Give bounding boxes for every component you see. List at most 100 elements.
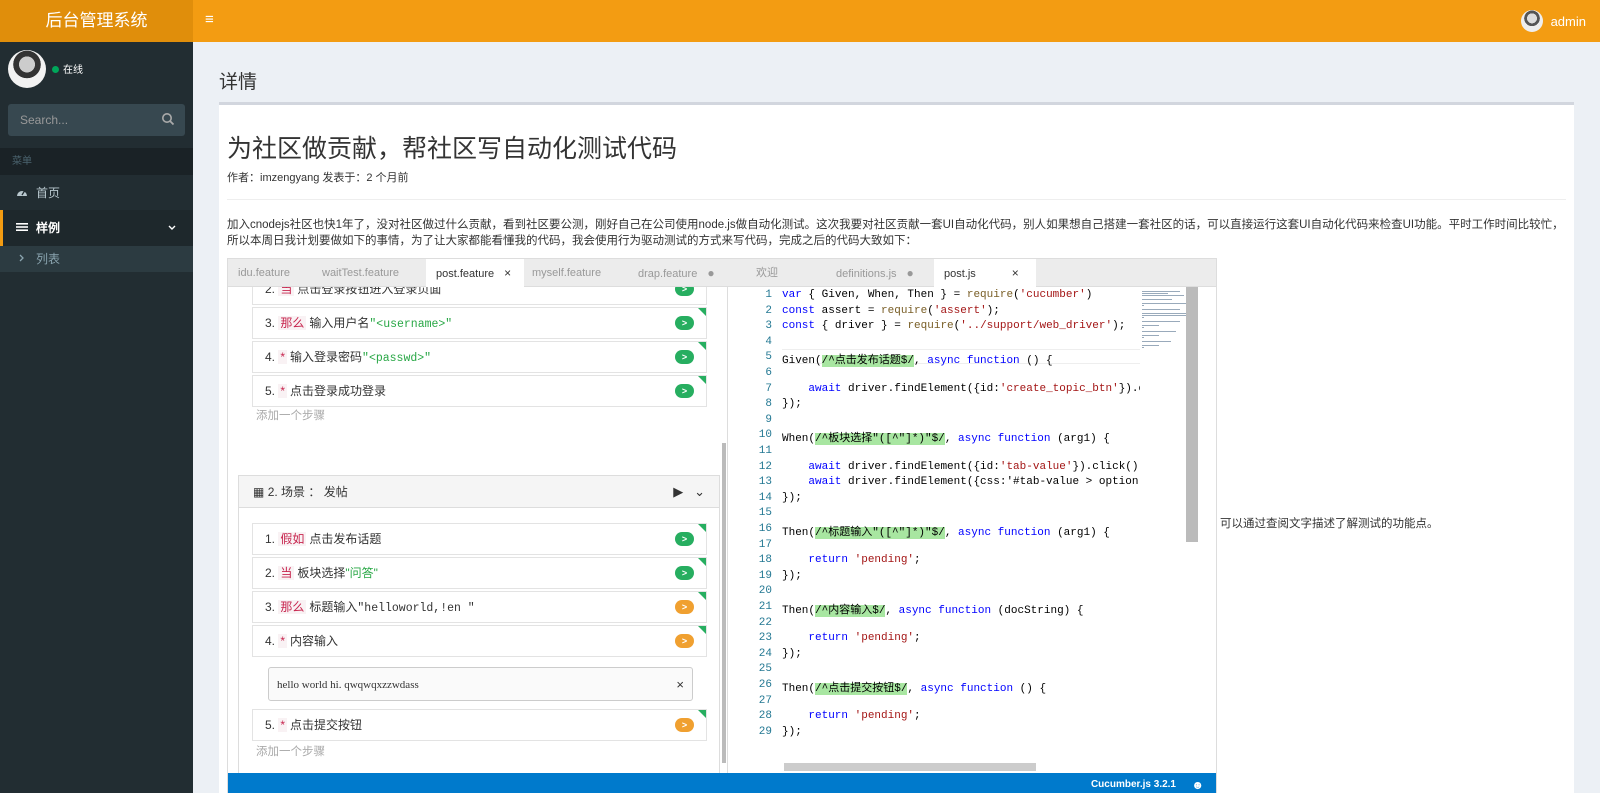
step-row[interactable]: 2. 当板块选择"问答" > — [252, 557, 707, 589]
line-number: 14 — [758, 491, 772, 504]
code-line: Then(/^标题输入"([^"]*)"$/, async function (… — [782, 527, 1110, 539]
code-line: }); — [782, 569, 802, 582]
run-step-button[interactable]: > — [675, 350, 694, 364]
user-menu[interactable]: admin — [1520, 10, 1586, 32]
chevron-down-icon — [168, 225, 176, 230]
line-number: 28 — [758, 710, 772, 723]
tab-post-feature[interactable]: post.feature × — [426, 259, 524, 287]
tab-idu-feature[interactable]: idu.feature — [228, 259, 300, 287]
step-row[interactable]: 1. 假如 点击发布话题 > — [252, 523, 707, 555]
sidebar-item-sample[interactable]: 样例 — [0, 210, 193, 246]
avatar — [1520, 10, 1543, 32]
horizontal-scrollbar[interactable] — [784, 763, 1036, 771]
search-input[interactable] — [8, 104, 148, 136]
run-step-button[interactable]: > — [675, 718, 694, 732]
run-step-button[interactable]: > — [675, 316, 694, 330]
code-line: }); — [782, 647, 802, 660]
sidebar-item-home[interactable]: 首页 — [0, 175, 193, 211]
code-line: Given(/^点击发布话题$/, async function () { — [782, 355, 1053, 368]
app-logo[interactable]: 后台管理系统 — [0, 0, 193, 42]
scenario-header: ▦ 2. 场景 ： 发帖 ▶ ⌄ — [239, 476, 719, 508]
dashboard-icon — [17, 190, 27, 196]
docstring-box[interactable]: hello world hi. qwqwqxzzwdass × — [268, 667, 693, 701]
menu-header: 菜单 — [0, 148, 193, 175]
line-number: 29 — [758, 725, 772, 738]
run-step-button[interactable]: > — [675, 634, 694, 648]
step-row[interactable]: 4. * 输入登录密码"<passwd>" > — [252, 341, 707, 373]
minimap[interactable] — [1140, 287, 1188, 773]
code-line: await driver.findElement({id:'create_top… — [808, 382, 1140, 395]
close-icon[interactable]: × — [676, 668, 684, 702]
modified-dot-icon: ● — [906, 266, 914, 280]
code-line: Then(/^点击提交按钮$/, async function () { — [782, 683, 1047, 695]
line-number: 20 — [758, 585, 772, 598]
tab-drap-feature[interactable]: drap.feature ● — [628, 259, 725, 287]
line-number: 19 — [758, 569, 772, 582]
scrollbar[interactable] — [1186, 287, 1198, 542]
step-row[interactable]: 3. 那么 输入用户名"<username>" > — [252, 307, 707, 339]
step-row[interactable]: 3. 那么 标题输入"helloworld,!en " > — [252, 591, 707, 623]
step-row[interactable]: 5. * 点击登录成功登录 > — [252, 375, 707, 407]
film-icon: ▦ — [253, 485, 265, 499]
scrollbar[interactable] — [722, 443, 726, 763]
line-number: 1 — [765, 289, 772, 301]
line-number: 16 — [758, 523, 772, 535]
scenario-title: 2. 场景 ： 发帖 — [267, 485, 348, 499]
run-step-button[interactable]: > — [675, 532, 694, 546]
code-line: }); — [782, 398, 802, 411]
code-line: return 'pending'; — [808, 710, 921, 723]
article-paragraph: 加入cnodejs社区也快1年了，没对社区做过什么贡献，看到社区要公测，刚好自己… — [227, 219, 1564, 247]
sidebar-item-label: 列表 — [36, 252, 61, 266]
search-icon[interactable] — [161, 112, 175, 126]
side-note: 可以通过查阅文字描述了解测试的功能点。 — [1220, 518, 1439, 530]
sidebar-item-list[interactable]: 列表 — [0, 246, 193, 272]
minimap-line — [1142, 325, 1159, 326]
avatar — [8, 50, 46, 88]
close-icon[interactable]: × — [1012, 266, 1019, 280]
minimap-line — [1142, 347, 1145, 348]
line-number: 7 — [765, 382, 772, 395]
tab-myself-feature[interactable]: myself.feature — [522, 259, 611, 287]
line-number: 25 — [758, 663, 772, 676]
tab-welcome[interactable]: 欢迎 — [746, 259, 788, 287]
line-number: 24 — [758, 647, 772, 660]
run-step-button[interactable]: > — [675, 287, 694, 296]
line-number: 15 — [758, 507, 772, 520]
code-line: await driver.findElement({css:'#tab-valu… — [808, 476, 1140, 489]
line-number: 2 — [765, 304, 772, 317]
tab-definitions-js[interactable]: definitions.js ● — [826, 259, 924, 287]
play-icon[interactable]: ▶ — [673, 484, 683, 499]
run-step-button[interactable]: > — [675, 566, 694, 580]
step-row[interactable]: 4. * 内容输入 > — [252, 625, 707, 657]
line-number: 26 — [758, 679, 772, 691]
status-bar: Cucumber.js 3.2.1 ☻ — [228, 773, 1216, 793]
chevron-down-icon[interactable]: ⌄ — [694, 484, 705, 499]
status-text: 在线 — [63, 65, 83, 76]
feedback-smiley-icon[interactable]: ☻ — [1191, 773, 1204, 793]
run-step-button[interactable]: > — [675, 384, 694, 398]
online-dot-icon — [52, 66, 59, 73]
divider — [227, 199, 1566, 200]
code-line: }); — [782, 491, 802, 504]
minimap-line — [1142, 303, 1186, 304]
line-number: 22 — [758, 616, 772, 629]
tab-post-js[interactable]: post.js × — [934, 259, 1036, 287]
code-line: }); — [782, 725, 802, 738]
close-icon[interactable]: × — [504, 266, 511, 280]
feature-pane: 2. 当点击登录按钮进入登录页面 > 3. 那么 输入用户名"<username>… — [228, 287, 728, 773]
add-step-link[interactable]: 添加一个步骤 — [256, 407, 325, 423]
add-step-link[interactable]: 添加一个步骤 — [256, 743, 325, 759]
step-row[interactable]: 5. * 点击提交按钮 > — [252, 709, 707, 741]
sidebar-item-label: 样例 — [36, 221, 61, 235]
minimap-line — [1142, 305, 1145, 306]
code-editor[interactable]: 1 var { Given, When, Then } = require('cu… — [728, 287, 1140, 773]
menu-toggle-icon[interactable]: ≡ — [205, 11, 214, 28]
run-step-button[interactable]: > — [675, 600, 694, 614]
tab-waittest-feature[interactable]: waitTest.feature — [312, 259, 409, 287]
step-row[interactable]: 2. 当点击登录按钮进入登录页面 > — [252, 287, 707, 305]
code-line: return 'pending'; — [808, 632, 921, 645]
line-number: 9 — [765, 413, 772, 426]
minimap-line — [1142, 345, 1159, 346]
code-line: const { driver } = require('../support/w… — [782, 320, 1126, 333]
line-number: 10 — [758, 429, 772, 442]
